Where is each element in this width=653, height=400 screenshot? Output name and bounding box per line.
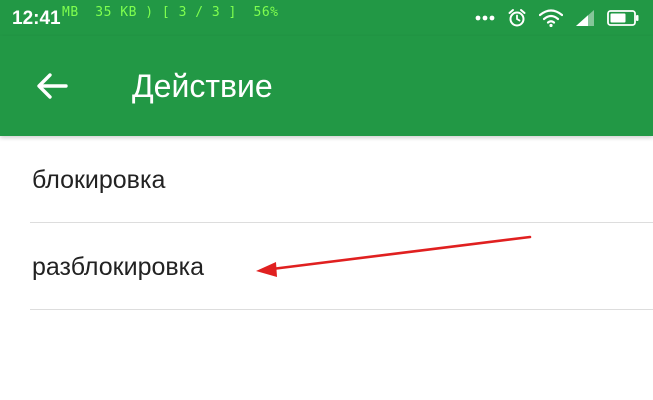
status-icons <box>475 6 639 30</box>
alarm-clock-icon <box>507 8 527 28</box>
battery-icon <box>607 10 639 26</box>
list-item-block[interactable]: блокировка <box>0 136 653 223</box>
list-item-unblock[interactable]: разблокировка <box>0 223 653 310</box>
list-item-label: разблокировка <box>32 253 205 281</box>
status-bar: 12:41 МВ 35 KB ) [ 3 / 3 ] 56% <box>0 0 653 36</box>
arrow-left-icon <box>36 72 68 105</box>
app-bar: Действие <box>0 36 653 136</box>
signal-icon <box>575 9 595 27</box>
wifi-icon <box>539 9 563 27</box>
back-button[interactable] <box>28 66 76 110</box>
list-item-label: блокировка <box>32 166 166 194</box>
action-list: блокировка разблокировка <box>0 136 653 310</box>
divider <box>30 309 653 310</box>
more-dots-icon <box>475 15 495 21</box>
page-title: Действие <box>132 68 273 104</box>
status-overlay-text: МВ 35 KB ) [ 3 / 3 ] 56% <box>62 5 279 20</box>
status-time: 12:41 <box>12 8 61 29</box>
